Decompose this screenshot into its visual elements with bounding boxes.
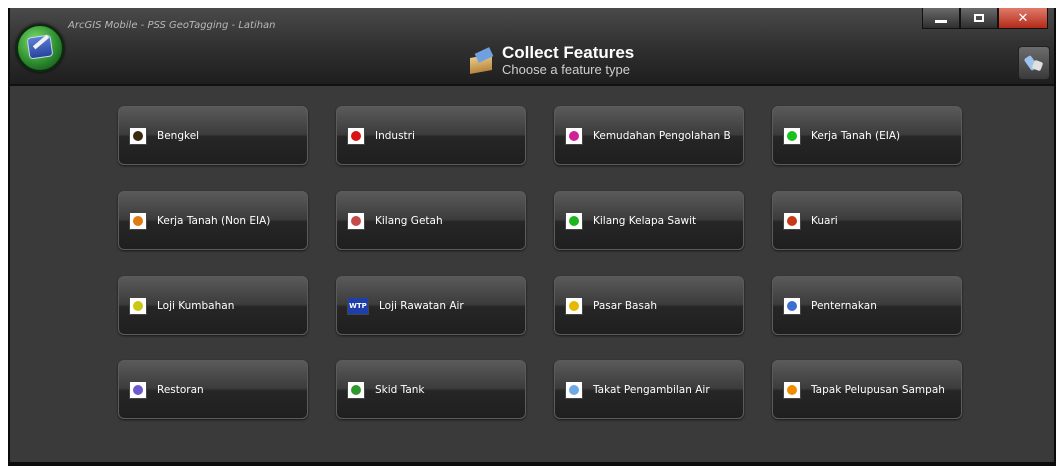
feature-type-label: Takat Pengambilan Air bbox=[593, 383, 710, 396]
arcgis-mobile-logo-icon[interactable] bbox=[16, 24, 64, 72]
header: Collect Features Choose a feature type bbox=[468, 44, 634, 77]
restore-button[interactable] bbox=[960, 8, 998, 29]
page-subtitle: Choose a feature type bbox=[502, 62, 630, 77]
window-title: ArcGIS Mobile - PSS GeoTagging - Latihan bbox=[68, 20, 276, 31]
feature-type-label: Penternakan bbox=[811, 299, 877, 312]
page-title: Collect Features bbox=[502, 43, 635, 62]
feature-type-button[interactable]: Kerja Tanah (Non EIA) bbox=[118, 191, 308, 250]
window-controls: ✕ bbox=[922, 8, 1048, 30]
tapak-pelupusan-sampah-icon bbox=[783, 380, 801, 399]
kerja-tanah-eia-icon bbox=[783, 126, 801, 145]
minimize-icon bbox=[935, 19, 947, 23]
feature-type-button[interactable]: Kemudahan Pengolahan B bbox=[554, 106, 744, 165]
feature-type-label: Kemudahan Pengolahan B bbox=[593, 129, 731, 142]
bengkel-icon bbox=[129, 126, 147, 145]
feature-type-button[interactable]: Takat Pengambilan Air bbox=[554, 360, 744, 419]
feature-type-label: Bengkel bbox=[157, 129, 200, 142]
package-icon bbox=[468, 47, 496, 74]
feature-type-button[interactable]: Restoran bbox=[118, 360, 308, 419]
feature-type-label: Industri bbox=[375, 129, 415, 142]
restoran-icon bbox=[129, 380, 147, 399]
feature-type-button[interactable]: Kuari bbox=[772, 191, 962, 250]
feature-type-button[interactable]: Kilang Kelapa Sawit bbox=[554, 191, 744, 250]
feature-type-button[interactable]: Kilang Getah bbox=[336, 191, 526, 250]
title-bar: ArcGIS Mobile - PSS GeoTagging - Latihan… bbox=[10, 8, 1054, 86]
feature-type-label: Kerja Tanah (Non EIA) bbox=[157, 214, 271, 227]
feature-type-button[interactable]: Bengkel bbox=[118, 106, 308, 165]
feature-type-button[interactable]: Pasar Basah bbox=[554, 276, 744, 335]
feature-type-label: Tapak Pelupusan Sampah bbox=[811, 383, 945, 396]
feature-type-button[interactable]: Industri bbox=[336, 106, 526, 165]
loji-kumbahan-icon bbox=[129, 296, 147, 315]
tools-icon bbox=[1026, 54, 1042, 72]
kuari-icon bbox=[783, 211, 801, 230]
kerja-tanah-non-eia-icon bbox=[129, 211, 147, 230]
feature-type-button[interactable]: WTP Loji Rawatan Air bbox=[336, 276, 526, 335]
feature-type-button[interactable]: Tapak Pelupusan Sampah bbox=[772, 360, 962, 419]
feature-type-label: Kerja Tanah (EIA) bbox=[811, 129, 901, 142]
feature-type-label: Kilang Getah bbox=[375, 214, 443, 227]
app-window: ArcGIS Mobile - PSS GeoTagging - Latihan… bbox=[8, 8, 1056, 466]
tools-button[interactable] bbox=[1018, 46, 1050, 80]
close-icon: ✕ bbox=[1017, 10, 1029, 26]
kilang-kelapa-sawit-icon bbox=[565, 211, 583, 230]
feature-type-button[interactable]: Skid Tank bbox=[336, 360, 526, 419]
feature-type-button[interactable]: Kerja Tanah (EIA) bbox=[772, 106, 962, 165]
feature-type-button[interactable]: Loji Kumbahan bbox=[118, 276, 308, 335]
wtp-icon: WTP bbox=[347, 296, 369, 315]
feature-type-label: Skid Tank bbox=[375, 383, 425, 396]
feature-type-label: Kilang Kelapa Sawit bbox=[593, 214, 697, 227]
close-button[interactable]: ✕ bbox=[998, 8, 1048, 29]
pasar-basah-icon bbox=[565, 296, 583, 315]
minimize-button[interactable] bbox=[922, 8, 960, 29]
industri-icon bbox=[347, 126, 365, 145]
feature-type-button[interactable]: Penternakan bbox=[772, 276, 962, 335]
takat-pengambilan-air-icon bbox=[565, 380, 583, 399]
feature-type-label: Restoran bbox=[157, 383, 204, 396]
kilang-getah-icon bbox=[347, 211, 365, 230]
feature-type-label: Loji Kumbahan bbox=[157, 299, 235, 312]
skid-tank-icon bbox=[347, 380, 365, 399]
penternakan-icon bbox=[783, 296, 801, 315]
restore-icon bbox=[974, 14, 984, 22]
feature-type-label: Kuari bbox=[811, 214, 838, 227]
kemudahan-icon bbox=[565, 126, 583, 145]
feature-type-label: Loji Rawatan Air bbox=[379, 299, 464, 312]
feature-type-label: Pasar Basah bbox=[593, 299, 658, 312]
